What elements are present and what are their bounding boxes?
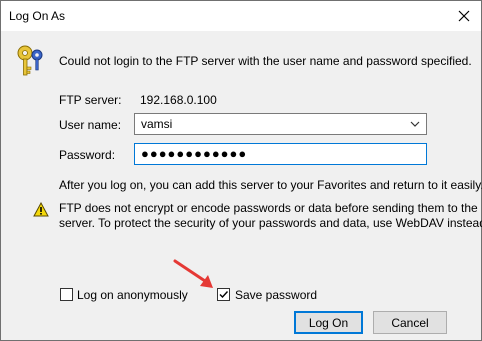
close-icon	[458, 10, 470, 22]
keys-icon	[17, 45, 43, 76]
save-password-label[interactable]: Save password	[235, 288, 317, 302]
title-bar: Log On As	[1, 1, 481, 31]
ftp-server-value: 192.168.0.100	[140, 93, 217, 107]
warning-icon	[33, 202, 49, 217]
password-label: Password:	[59, 148, 116, 162]
log-on-anonymously-checkbox[interactable]	[60, 288, 73, 301]
log-on-button[interactable]: Log On	[294, 311, 363, 334]
window-title: Log On As	[9, 9, 66, 23]
error-message: Could not login to the FTP server with t…	[59, 54, 472, 68]
checkmark-icon	[219, 291, 229, 299]
password-field[interactable]: ●●●●●●●●●●●●	[134, 143, 427, 165]
log-on-as-dialog: Log On As Could not login to the FTP ser…	[0, 0, 482, 341]
warning-line-1: FTP does not encrypt or encode passwords…	[59, 201, 478, 215]
save-password-checkbox[interactable]	[217, 288, 230, 301]
password-mask: ●●●●●●●●●●●●	[141, 146, 248, 161]
username-label: User name:	[59, 118, 122, 132]
ftp-server-label: FTP server:	[59, 93, 122, 107]
chevron-down-icon[interactable]	[408, 117, 422, 131]
red-arrow-annotation	[173, 259, 213, 288]
username-combobox[interactable]: vamsi	[134, 113, 427, 135]
warning-line-2: server. To protect the security of your …	[59, 216, 482, 230]
info-text: After you log on, you can add this serve…	[59, 178, 482, 192]
close-button[interactable]	[447, 1, 481, 31]
cancel-button[interactable]: Cancel	[373, 311, 447, 334]
log-on-anonymously-label[interactable]: Log on anonymously	[77, 288, 188, 302]
username-value: vamsi	[141, 117, 173, 131]
